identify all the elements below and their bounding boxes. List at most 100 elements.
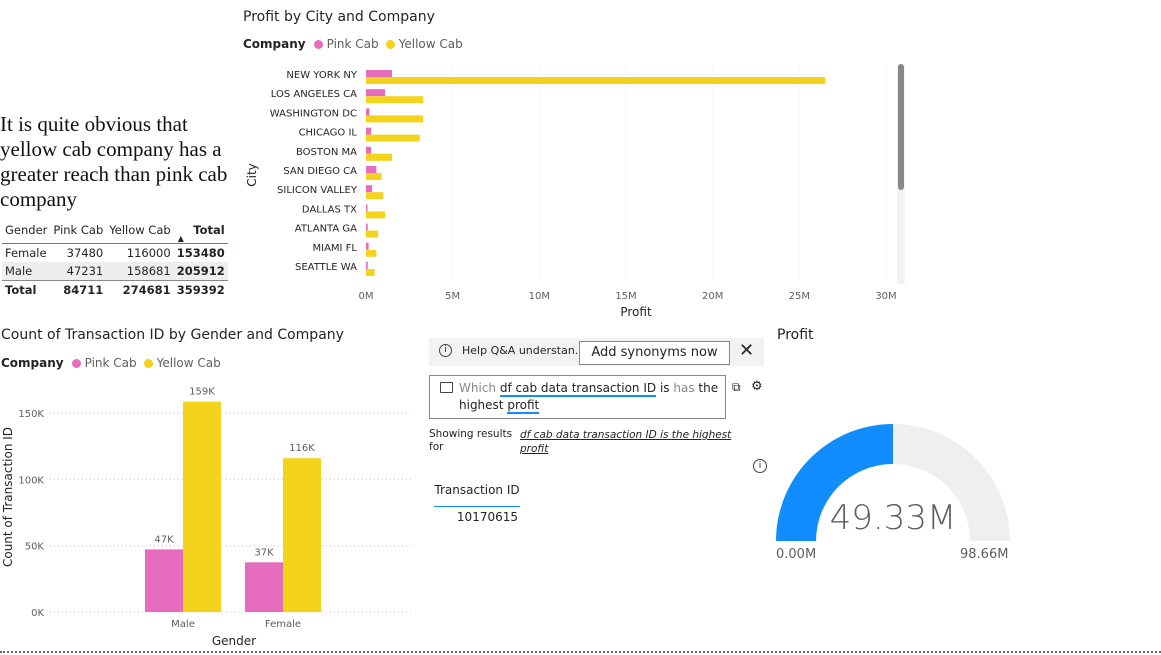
matrix-cell: 84711 xyxy=(50,280,107,299)
showing-results-link1: df cab data transaction ID is the highes… xyxy=(520,429,732,441)
x-tick-label: 5M xyxy=(445,291,460,302)
qa-convert-icon[interactable]: ⧉ xyxy=(732,380,741,395)
x-tick-label: 25M xyxy=(789,291,810,302)
gauge-min-label: 0.00M xyxy=(776,547,817,562)
gender-company-matrix[interactable]: Gender Pink Cab Yellow Cab Total ▲ Femal… xyxy=(2,223,228,299)
legend-yellow-dot xyxy=(385,39,395,49)
bar-pink-cab xyxy=(366,242,369,250)
qa-info-text: Help Q&A understan... xyxy=(462,344,586,357)
showing-results-link[interactable]: df cab data transaction ID is the highes… xyxy=(520,428,731,456)
x-axis-title: Gender xyxy=(212,634,256,648)
count-chart-legend: Company Pink Cab Yellow Cab xyxy=(1,356,221,370)
table-total-row: Total 84711 274681 359392 xyxy=(2,280,228,299)
y-tick-label: LOS ANGELES CA xyxy=(271,89,357,100)
gear-icon[interactable]: ⚙ xyxy=(751,379,763,394)
legend-title: Company xyxy=(243,37,306,51)
legend-pink-dot xyxy=(71,358,81,368)
legend-yellow-label[interactable]: Yellow Cab xyxy=(399,37,463,51)
y-tick-label: SEATTLE WA xyxy=(295,262,357,273)
bar-yellow-cab xyxy=(366,134,420,142)
qa-info-bar: i Help Q&A understan... Add synonyms now… xyxy=(429,338,764,366)
matrix-cell: 37480 xyxy=(66,246,104,260)
legend-yellow-dot xyxy=(143,358,153,368)
matrix-cell: 359392 xyxy=(173,280,228,299)
bar-yellow-cab xyxy=(366,96,424,104)
x-tick-label: 20M xyxy=(702,291,723,302)
table-row: Male 47231 158681 205912 xyxy=(2,262,228,281)
x-tick-label: 10M xyxy=(529,291,550,302)
matrix-header-yellow[interactable]: Yellow Cab xyxy=(106,223,173,244)
table-row: Female 37480 116000 153480 xyxy=(2,244,228,263)
qa-word: is xyxy=(659,381,670,395)
x-tick-label: Male xyxy=(171,619,195,630)
matrix-cell: Total xyxy=(2,280,51,299)
bar-pink-cab xyxy=(366,146,372,154)
bar-pink-cab xyxy=(366,108,370,116)
result-table-header[interactable]: Transaction ID xyxy=(434,483,520,507)
x-tick-label: 0M xyxy=(359,291,374,302)
legend-pink-label[interactable]: Pink Cab xyxy=(327,37,379,51)
close-icon[interactable]: ✕ xyxy=(739,340,754,361)
legend-yellow-label[interactable]: Yellow Cab xyxy=(157,356,221,370)
matrix-cell: 158681 xyxy=(106,262,174,281)
qa-word: highest xyxy=(459,398,504,412)
bar-yellow-cab xyxy=(366,192,384,200)
matrix-cell: 205912 xyxy=(173,262,228,281)
matrix-cell: Male xyxy=(2,262,51,281)
sort-up-icon: ▲ xyxy=(177,234,184,243)
bar-yellow-cab xyxy=(366,211,386,219)
profit-by-city-chart[interactable]: 0M 5M 10M 15M 20M 25M 30M Profit City NEW YORK NY… xyxy=(243,60,911,325)
add-synonyms-button[interactable]: Add synonyms now xyxy=(579,341,730,365)
count-by-gender-chart[interactable]: 0K 50K 100K 150KCount of Transaction ID Gend… xyxy=(0,380,420,650)
data-label: 116K xyxy=(289,443,315,454)
narrative-text: It is quite obvious that yellow cab comp… xyxy=(0,112,228,211)
result-table-value: 10170615 xyxy=(456,510,518,524)
y-tick-label: ATLANTA GA xyxy=(295,224,357,235)
x-tick-label: Female xyxy=(265,619,301,630)
y-tick-label: 150K xyxy=(18,409,44,420)
y-tick-label: SILICON VALLEY xyxy=(277,185,358,196)
y-tick-label: BOSTON MA xyxy=(296,147,357,158)
bar-pink-cab xyxy=(366,127,372,135)
bar-yellow-cab xyxy=(366,230,379,238)
x-tick-label: 15M xyxy=(615,291,636,302)
showing-results-line1: Showing results xyxy=(429,428,513,440)
matrix-cell: 153480 xyxy=(176,246,225,260)
legend-title: Company xyxy=(1,356,64,370)
bar-pink-cab xyxy=(366,262,368,269)
legend-pink-label[interactable]: Pink Cab xyxy=(85,356,137,370)
qa-question-text: Which df cab data transaction ID is has … xyxy=(459,380,719,414)
y-tick-label: 50K xyxy=(25,542,45,553)
legend-pink-dot xyxy=(313,39,323,49)
info-icon[interactable]: i xyxy=(753,459,767,473)
showing-results-link2: profit xyxy=(520,443,549,455)
bar-pink-cab xyxy=(366,70,392,77)
x-axis-title: Profit xyxy=(620,305,652,319)
y-axis-title: City xyxy=(245,163,259,187)
bar-yellow-cab xyxy=(366,115,424,123)
matrix-header-pink[interactable]: Pink Cab xyxy=(50,223,106,244)
matrix-cell: 116000 xyxy=(126,246,171,260)
bar-pink-cab xyxy=(366,185,373,193)
qa-question-input[interactable]: Which df cab data transaction ID is has … xyxy=(429,375,726,419)
y-tick-label: 100K xyxy=(18,475,44,486)
bar-pink-cab xyxy=(366,223,368,231)
bar-yellow-cab xyxy=(283,458,321,612)
chat-bubble-icon xyxy=(440,382,453,393)
qa-word: the xyxy=(698,381,719,395)
qa-word: has xyxy=(673,381,695,395)
matrix-header-gender[interactable]: Gender xyxy=(2,223,50,244)
profit-chart-title: Profit by City and Company xyxy=(243,9,435,25)
data-label: 37K xyxy=(254,547,274,558)
page-bottom-border xyxy=(0,651,1161,653)
y-tick-label: WASHINGTON DC xyxy=(270,108,357,119)
count-chart-title: Count of Transaction ID by Gender and Co… xyxy=(1,327,344,343)
matrix-header-total[interactable]: Total ▲ xyxy=(174,223,228,244)
qa-term: df cab data transaction ID xyxy=(499,381,657,397)
data-label: 159K xyxy=(189,387,215,398)
y-tick-label: MIAMI FL xyxy=(313,243,358,254)
y-tick-label: 0K xyxy=(31,608,44,619)
qa-word: Which xyxy=(459,381,497,395)
scrollbar-thumb[interactable] xyxy=(898,64,904,190)
matrix-cell: 47231 xyxy=(50,262,107,281)
